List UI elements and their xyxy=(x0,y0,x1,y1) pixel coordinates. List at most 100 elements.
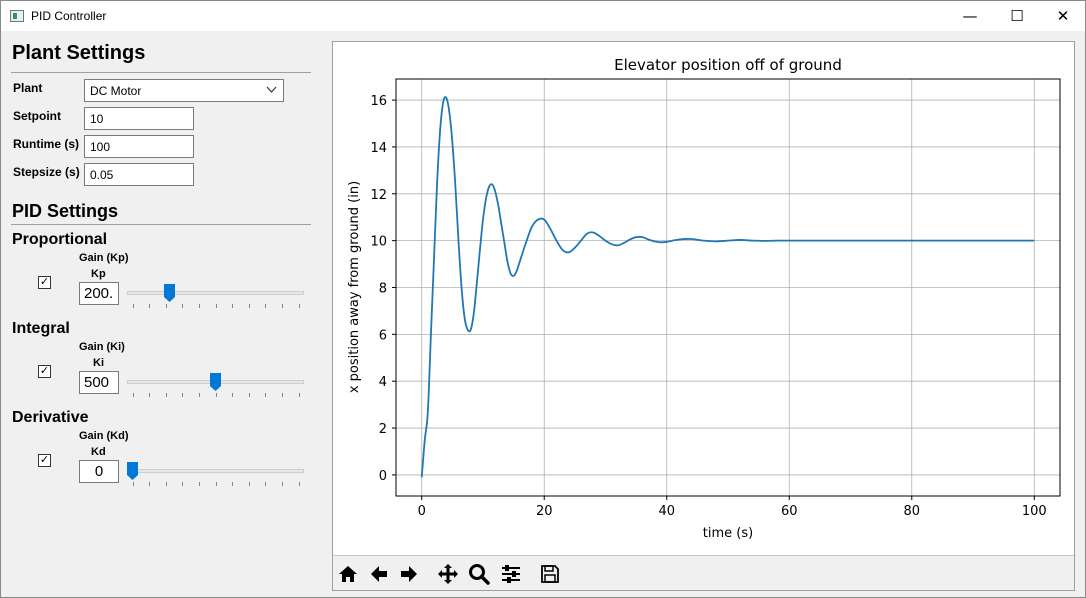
home-icon xyxy=(339,566,357,582)
pan-icon xyxy=(438,564,458,584)
derivative-checkbox[interactable]: ✓ xyxy=(38,454,51,467)
integral-title: Integral xyxy=(12,320,70,337)
forward-button[interactable] xyxy=(396,561,422,587)
slider-tick xyxy=(232,482,234,486)
chart-title: Elevator position off of ground xyxy=(614,56,842,74)
chart: Elevator position off of ground 0 20 40 60 8… xyxy=(347,56,1061,541)
slider-tick xyxy=(232,393,234,397)
zoom-icon xyxy=(469,564,490,585)
derivative-gain-label: Gain (Kd) xyxy=(79,430,129,442)
y-tick-label: 8 xyxy=(379,282,387,297)
setpoint-input[interactable] xyxy=(84,107,194,130)
x-axis-label: time (s) xyxy=(703,526,753,541)
y-tick-label: 2 xyxy=(379,422,387,437)
slider-tick xyxy=(281,304,283,308)
plant-settings-divider xyxy=(11,72,311,73)
slider-tick xyxy=(281,393,283,397)
plot-toolbar xyxy=(333,555,1074,590)
plant-label: Plant xyxy=(13,81,43,95)
check-icon: ✓ xyxy=(39,365,50,377)
slider-tick xyxy=(165,304,167,308)
forward-arrow-icon xyxy=(401,566,417,582)
slider-tick xyxy=(132,393,134,397)
zoom-button[interactable] xyxy=(466,561,492,587)
slider-tick xyxy=(298,393,300,397)
app-icon xyxy=(10,10,24,22)
back-button[interactable] xyxy=(366,561,392,587)
slider-tick xyxy=(281,482,283,486)
slider-tick xyxy=(132,304,134,308)
ki-spinbox[interactable]: 500 xyxy=(79,371,119,394)
title-bar: PID Controller — ☐ ✕ xyxy=(1,1,1085,31)
ki-slider-handle[interactable] xyxy=(210,373,221,391)
pan-button[interactable] xyxy=(435,561,461,587)
window-title: PID Controller xyxy=(31,9,107,23)
slider-tick xyxy=(149,482,151,486)
close-button[interactable]: ✕ xyxy=(1040,1,1086,31)
slider-tick xyxy=(198,393,200,397)
y-tick-label: 6 xyxy=(379,328,387,343)
slider-tick xyxy=(132,482,134,486)
slider-tick xyxy=(265,393,267,397)
slider-tick xyxy=(198,482,200,486)
x-tick-label: 100 xyxy=(1022,504,1047,519)
plant-select[interactable]: DC Motor xyxy=(84,79,284,102)
setpoint-label: Setpoint xyxy=(13,109,61,123)
ki-slider[interactable] xyxy=(127,373,304,397)
integral-checkbox[interactable]: ✓ xyxy=(38,365,51,378)
pid-settings-divider xyxy=(11,224,311,225)
settings-panel: Plant Settings Plant DC Motor Setpoint R… xyxy=(1,31,323,597)
kd-label: Kd xyxy=(91,446,106,458)
x-axis-ticks: 0 20 40 60 80 100 xyxy=(418,496,1047,519)
home-button[interactable] xyxy=(335,561,361,587)
slider-tick xyxy=(248,304,250,308)
pid-controller-window: PID Controller — ☐ ✕ Plant Settings Plan… xyxy=(0,0,1086,598)
stepsize-label: Stepsize (s) xyxy=(13,165,80,179)
configure-subplots-button[interactable] xyxy=(498,561,524,587)
x-tick-label: 80 xyxy=(903,504,920,519)
kd-slider-handle[interactable] xyxy=(127,462,138,480)
kp-slider[interactable] xyxy=(127,284,304,308)
kd-spinbox[interactable]: 0 xyxy=(79,460,119,483)
y-tick-label: 0 xyxy=(379,469,387,484)
runtime-input[interactable] xyxy=(84,135,194,158)
slider-tick xyxy=(265,482,267,486)
save-button[interactable] xyxy=(537,561,563,587)
check-icon: ✓ xyxy=(39,276,50,288)
slider-tick xyxy=(232,304,234,308)
slider-tick xyxy=(215,393,217,397)
plot-canvas[interactable]: Elevator position off of ground 0 20 40 60 8… xyxy=(332,41,1075,591)
x-tick-label: 40 xyxy=(658,504,675,519)
grid-lines xyxy=(396,79,1060,496)
slider-tick xyxy=(265,304,267,308)
slider-tick xyxy=(198,304,200,308)
slider-tick xyxy=(165,482,167,486)
y-tick-label: 10 xyxy=(370,235,387,250)
plant-select-value: DC Motor xyxy=(90,84,142,98)
plant-settings-title: Plant Settings xyxy=(12,42,146,64)
minimize-button[interactable]: — xyxy=(947,1,993,31)
maximize-button[interactable]: ☐ xyxy=(994,1,1040,31)
stepsize-input[interactable] xyxy=(84,163,194,186)
y-axis-label: x position away from ground (in) xyxy=(347,181,362,393)
slider-tick xyxy=(182,393,184,397)
slider-tick xyxy=(248,393,250,397)
back-arrow-icon xyxy=(371,566,387,582)
kd-slider[interactable] xyxy=(127,462,304,486)
slider-tick xyxy=(149,393,151,397)
kp-slider-handle[interactable] xyxy=(163,284,175,302)
proportional-title: Proportional xyxy=(12,231,108,248)
slider-tick xyxy=(215,482,217,486)
slider-tick xyxy=(165,393,167,397)
check-icon: ✓ xyxy=(39,454,50,466)
save-icon xyxy=(541,565,559,583)
ki-label: Ki xyxy=(93,357,104,369)
runtime-label: Runtime (s) xyxy=(13,137,79,151)
y-tick-label: 16 xyxy=(370,94,387,109)
proportional-checkbox[interactable]: ✓ xyxy=(38,276,51,289)
y-axis-ticks: 0 2 4 6 8 10 12 14 16 xyxy=(370,94,396,484)
kp-spinbox[interactable]: 200. xyxy=(79,282,119,305)
slider-tick xyxy=(248,482,250,486)
configure-subplots-icon xyxy=(502,565,520,583)
kp-label: Kp xyxy=(91,268,106,280)
